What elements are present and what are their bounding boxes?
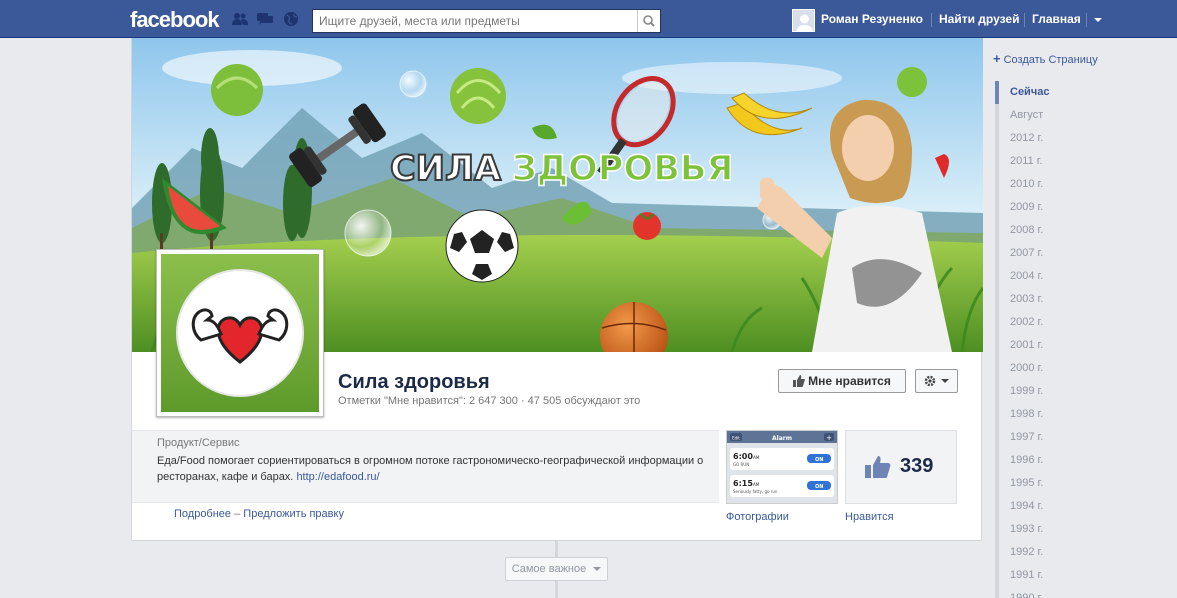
- timeline-nav-item[interactable]: 2000 г.: [995, 357, 1177, 380]
- timeline-nav-item[interactable]: 2001 г.: [995, 334, 1177, 357]
- search-icon: [643, 15, 655, 27]
- timeline-date-nav: Сейчас Август 2012 г. 2011 г. 2010 г. 2009 г.…: [995, 81, 1177, 598]
- likes-app-label[interactable]: Нравится: [845, 511, 894, 523]
- timeline-nav-item[interactable]: 1996 г.: [995, 449, 1177, 472]
- notifications-globe-icon[interactable]: [283, 12, 299, 26]
- nav-divider: [1086, 13, 1087, 27]
- timeline-nav-item[interactable]: 2002 г.: [995, 311, 1177, 334]
- timeline-nav-item[interactable]: 2008 г.: [995, 219, 1177, 242]
- gear-icon: [924, 375, 949, 387]
- search-button[interactable]: [637, 10, 660, 32]
- timeline-nav-item[interactable]: 1993 г.: [995, 518, 1177, 541]
- description-text: Еда/Food помогает сориентироваться в огр…: [157, 455, 704, 483]
- alarm-screenshot-thumbnail: Edit Alarm + 6:00 AM GO RUN ON 6:15 AM S…: [727, 431, 837, 503]
- thumbs-up-icon: [865, 456, 891, 478]
- timeline-nav-item[interactable]: 1995 г.: [995, 472, 1177, 495]
- timeline-nav-item[interactable]: Август: [995, 104, 1177, 127]
- timeline-nav-item[interactable]: 2007 г.: [995, 242, 1177, 265]
- about-section: Продукт/Сервис Еда/Food помогает сориент…: [132, 430, 719, 503]
- alarm-toggle-2: ON: [815, 484, 823, 490]
- timeline-nav-item[interactable]: 1998 г.: [995, 403, 1177, 426]
- alarm-edit-label: Edit: [732, 436, 740, 441]
- page-description: Еда/Food помогает сориентироваться в огр…: [157, 453, 712, 485]
- timeline-nav-item[interactable]: 1997 г.: [995, 426, 1177, 449]
- find-friends-link[interactable]: Найти друзей: [939, 12, 1019, 26]
- filter-label: Самое важное: [511, 563, 587, 575]
- stories-filter-dropdown[interactable]: Самое важное: [505, 557, 608, 581]
- page-title[interactable]: Сила здоровья: [338, 371, 490, 394]
- flexing-heart-logo: [161, 254, 319, 412]
- timeline-nav-item[interactable]: 2003 г.: [995, 288, 1177, 311]
- nav-divider: [931, 13, 932, 27]
- website-link[interactable]: http://edafood.ru/: [296, 471, 379, 483]
- timeline-nav-item[interactable]: 1994 г.: [995, 495, 1177, 518]
- timeline-nav-item[interactable]: 1999 г.: [995, 380, 1177, 403]
- page-like-stats: Отметки "Мне нравится": 2 647 300 · 47 5…: [338, 395, 641, 407]
- about-links: Подробнее – Предложить правку: [174, 508, 344, 520]
- timeline-nav-item[interactable]: 1991 г.: [995, 564, 1177, 587]
- page-profile-picture[interactable]: [156, 249, 324, 417]
- svg-text:+: +: [826, 434, 832, 442]
- page-category: Продукт/Сервис: [157, 437, 240, 449]
- chevron-down-icon: [593, 567, 602, 571]
- photos-app-tile[interactable]: Edit Alarm + 6:00 AM GO RUN ON 6:15 AM S…: [726, 430, 838, 504]
- top-navigation-bar: facebook Роман Резуненко Найти друзей Гл…: [0, 0, 1177, 38]
- timeline-nav-item[interactable]: 1992 г.: [995, 541, 1177, 564]
- alarm-time-2: 6:15: [733, 479, 753, 488]
- account-menu-chevron-icon[interactable]: [1093, 16, 1103, 24]
- page-timeline-header: СИЛА ЗДОРОВЬЯ Сила здоровья Отметки "Мне…: [131, 38, 983, 541]
- timeline-nav-item[interactable]: 2010 г.: [995, 173, 1177, 196]
- timeline-nav-item[interactable]: 2009 г.: [995, 196, 1177, 219]
- timeline-sidebar: + Создать Страницу Сейчас Август 2012 г. 201…: [983, 38, 1177, 598]
- nav-divider: [1024, 13, 1025, 27]
- alarm-am-1: AM: [753, 455, 760, 460]
- profile-link[interactable]: Роман Резуненко: [821, 12, 923, 26]
- cover-title-part2: ЗДОРОВЬЯ: [512, 149, 734, 189]
- timeline-nav-item[interactable]: 2012 г.: [995, 127, 1177, 150]
- alarm-toggle-1: ON: [815, 457, 823, 463]
- user-avatar[interactable]: [792, 9, 815, 32]
- page-settings-button[interactable]: [915, 369, 958, 393]
- search-box: [312, 9, 661, 33]
- cover-title-part1: СИЛА: [390, 149, 501, 189]
- create-page-label: Создать Страницу: [1003, 54, 1098, 66]
- alarm-time-1: 6:00: [733, 452, 753, 461]
- likes-app-tile[interactable]: 339: [845, 430, 957, 504]
- like-page-button[interactable]: Мне нравится: [778, 369, 906, 393]
- photos-app-label[interactable]: Фотографии: [726, 511, 789, 523]
- link-separator: –: [234, 508, 241, 520]
- suggest-edit-link[interactable]: Предложить правку: [243, 508, 344, 520]
- plus-icon: +: [993, 51, 1001, 66]
- timeline-nav-item[interactable]: Сейчас: [995, 81, 1177, 104]
- search-input[interactable]: [313, 10, 633, 32]
- like-button-label: Мне нравится: [808, 374, 891, 388]
- alarm-am-2: AM: [753, 482, 760, 487]
- alarm-note-1: GO RUN: [733, 462, 749, 467]
- home-link[interactable]: Главная: [1032, 12, 1081, 26]
- timeline-nav-item[interactable]: 2004 г.: [995, 265, 1177, 288]
- alarm-note-2: Seriously fatty, go run: [733, 489, 778, 494]
- create-page-link[interactable]: + Создать Страницу: [993, 51, 1098, 66]
- messages-icon[interactable]: [257, 12, 273, 26]
- likes-count: 339: [900, 455, 934, 477]
- default-avatar-icon: [793, 10, 814, 31]
- alarm-title: Alarm: [772, 435, 792, 442]
- thumbs-up-icon: [793, 375, 806, 387]
- timeline-nav-item[interactable]: 1990 г.: [995, 587, 1177, 598]
- friend-requests-icon[interactable]: [232, 12, 248, 26]
- more-info-link[interactable]: Подробнее: [174, 508, 231, 520]
- timeline-nav-item[interactable]: 2011 г.: [995, 150, 1177, 173]
- facebook-logo[interactable]: facebook: [130, 7, 220, 33]
